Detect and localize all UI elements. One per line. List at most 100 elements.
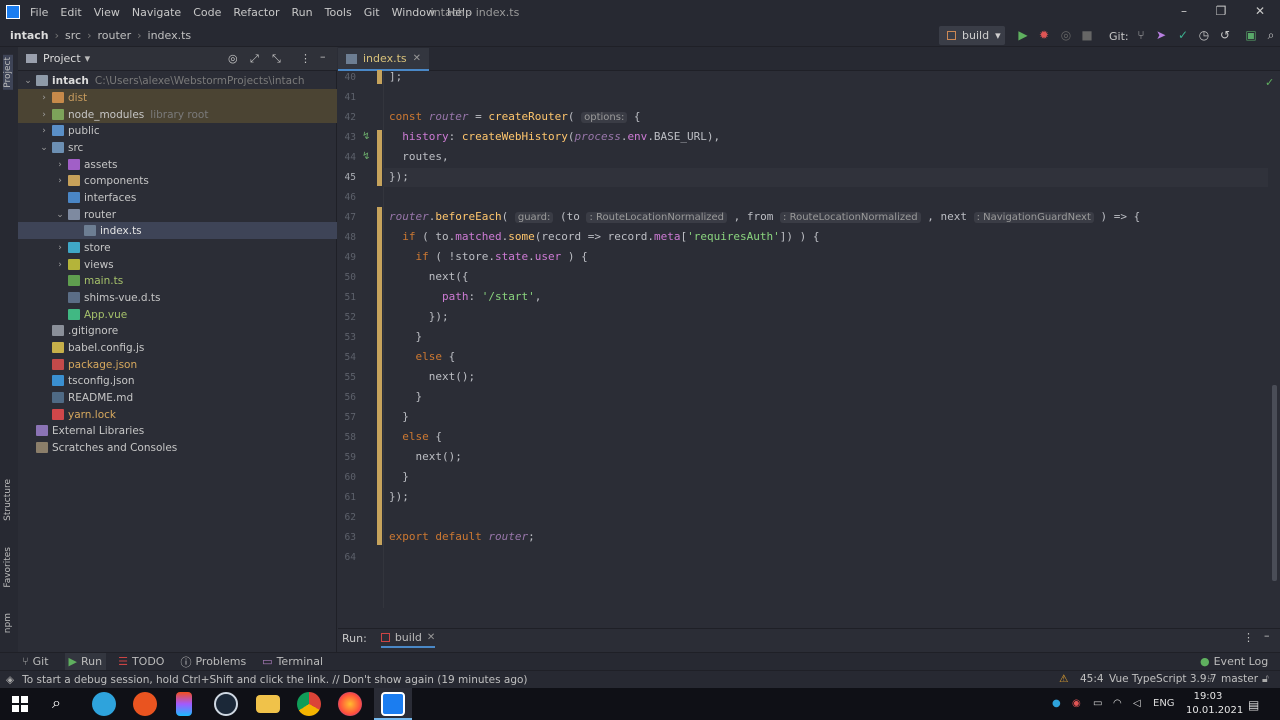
git-branch[interactable]: master: [1221, 673, 1258, 685]
editor-tab-index-ts[interactable]: index.ts ✕: [338, 48, 430, 71]
locate-icon[interactable]: ◎: [228, 52, 238, 65]
tree-item-views[interactable]: › views: [18, 256, 337, 273]
tree-item-store[interactable]: › store: [18, 239, 337, 256]
event-log-icon: ●: [1200, 655, 1210, 668]
close-tab-icon[interactable]: ✕: [413, 53, 421, 64]
code-editor[interactable]: [383, 71, 1280, 608]
tree-item-scratches[interactable]: Scratches and Consoles: [18, 439, 337, 456]
run-configuration-select[interactable]: build ▾: [939, 26, 1005, 45]
npm-tool-tab[interactable]: npm: [3, 613, 13, 633]
git-update-icon[interactable]: ⑂: [1134, 28, 1148, 42]
tree-item-components[interactable]: › components: [18, 172, 337, 189]
language-service[interactable]: Vue TypeScript 3.9.7: [1109, 673, 1217, 685]
implementation-gutter-icon[interactable]: ↯: [362, 131, 370, 142]
run-tool-tab[interactable]: ▶ Run: [64, 653, 107, 670]
tree-item-main-ts[interactable]: main.ts: [18, 272, 337, 289]
tree-item-shims[interactable]: shims-vue.d.ts: [18, 289, 337, 306]
tree-item-package-json[interactable]: package.json: [18, 356, 337, 373]
problems-tool-tab[interactable]: ⓘ Problems: [180, 654, 246, 670]
options-icon[interactable]: ⋮: [300, 52, 311, 65]
webstorm-app-icon[interactable]: [381, 692, 405, 716]
steam-app-icon[interactable]: [214, 692, 238, 716]
tree-item-src[interactable]: ⌄ src: [18, 139, 337, 156]
tree-item-assets[interactable]: › assets: [18, 156, 337, 173]
tree-item-tsconfig[interactable]: tsconfig.json: [18, 372, 337, 389]
notification-icon[interactable]: ⚠: [1059, 673, 1068, 685]
search-icon[interactable]: ⌕: [1264, 28, 1278, 42]
todo-tool-tab[interactable]: ☰ TODO: [118, 655, 164, 668]
breadcrumb-src[interactable]: src: [65, 29, 81, 42]
event-log-tab[interactable]: ● Event Log: [1200, 655, 1268, 668]
line-number: 62: [344, 512, 356, 523]
structure-tool-tab[interactable]: Structure: [3, 479, 13, 521]
lock-icon[interactable]: 🔓︎: [1262, 673, 1269, 686]
tree-item-index-ts[interactable]: index.ts: [18, 222, 337, 239]
ubuntu-app-icon[interactable]: [133, 692, 157, 716]
tree-item-external-libraries[interactable]: External Libraries: [18, 422, 337, 439]
git-commit-icon[interactable]: ✓: [1176, 28, 1190, 42]
search-icon[interactable]: ⌕: [52, 693, 61, 713]
close-icon[interactable]: ✕: [1252, 4, 1268, 20]
status-bar: ◈ To start a debug session, hold Ctrl+Sh…: [0, 670, 1280, 688]
tree-item-node-modules[interactable]: › node_modules library root: [18, 106, 337, 123]
restore-icon[interactable]: ❐: [1213, 4, 1229, 20]
inspection-ok-icon[interactable]: ✓: [1265, 76, 1274, 89]
collapse-all-icon[interactable]: ⤡: [272, 52, 281, 66]
run-tab-build[interactable]: build ✕: [380, 629, 436, 648]
status-message[interactable]: To start a debug session, hold Ctrl+Shif…: [22, 674, 527, 686]
expand-all-icon[interactable]: ⤢: [250, 52, 259, 66]
debug-icon[interactable]: ✹: [1037, 28, 1051, 42]
history-icon[interactable]: ◷: [1197, 28, 1211, 42]
tree-item-public[interactable]: › public: [18, 122, 337, 139]
favorites-tool-tab[interactable]: Favorites: [3, 547, 13, 588]
breadcrumb-file[interactable]: index.ts: [148, 29, 192, 42]
coverage-icon[interactable]: ◎: [1059, 28, 1073, 42]
editor-scrollbar[interactable]: [1272, 385, 1277, 581]
tray-icon[interactable]: ◉: [1072, 698, 1081, 709]
tree-item-readme[interactable]: README.md: [18, 389, 337, 406]
caret-position[interactable]: 45:4: [1080, 673, 1104, 685]
hide-panel-icon[interactable]: –: [320, 50, 326, 63]
telegram-tray-icon[interactable]: ●: [1052, 698, 1061, 709]
project-tool-tab[interactable]: Project: [3, 55, 13, 90]
input-language[interactable]: ENG: [1153, 698, 1175, 709]
git-tool-tab[interactable]: ⑂ Git: [22, 655, 49, 668]
breadcrumb-router[interactable]: router: [98, 29, 132, 42]
wifi-icon[interactable]: ◠: [1113, 698, 1122, 709]
clock[interactable]: 19:03 10.01.2021: [1186, 690, 1243, 718]
run-icon[interactable]: ▶: [1016, 28, 1030, 42]
tree-item-label: assets: [84, 158, 118, 171]
terminal-icon[interactable]: ▣: [1244, 28, 1258, 42]
tree-item-label: External Libraries: [52, 424, 145, 437]
tree-item-dist[interactable]: › dist: [18, 89, 337, 106]
tree-item-yarn-lock[interactable]: yarn.lock: [18, 406, 337, 423]
firefox-app-icon[interactable]: [338, 692, 362, 716]
project-panel-title[interactable]: Project: [43, 52, 81, 65]
figma-app-icon[interactable]: [176, 692, 192, 716]
implementation-gutter-icon[interactable]: ↯: [362, 151, 370, 162]
terminal-tool-tab[interactable]: ▭ Terminal: [262, 655, 323, 668]
chevron-down-icon[interactable]: ▾: [85, 52, 91, 65]
tree-item-app-vue[interactable]: App.vue: [18, 306, 337, 323]
tree-item-gitignore[interactable]: .gitignore: [18, 322, 337, 339]
breadcrumb-project[interactable]: intach: [10, 29, 49, 42]
volume-icon[interactable]: ◁: [1133, 698, 1141, 709]
tree-item-router[interactable]: ⌄ router: [18, 206, 337, 223]
tree-item-babel-config[interactable]: babel.config.js: [18, 339, 337, 356]
tree-item-root[interactable]: ⌄ intach C:\Users\alexe\WebstormProjects…: [18, 72, 337, 89]
notifications-icon[interactable]: ▤: [1248, 698, 1259, 712]
chrome-app-icon[interactable]: [297, 692, 321, 716]
battery-icon[interactable]: ▭: [1093, 698, 1102, 709]
minimize-icon[interactable]: –: [1176, 4, 1192, 20]
start-button[interactable]: [12, 696, 28, 712]
telegram-app-icon[interactable]: [92, 692, 116, 716]
options-icon[interactable]: ⋮: [1243, 631, 1254, 644]
tree-item-interfaces[interactable]: interfaces: [18, 189, 337, 206]
tree-item-label: views: [84, 258, 114, 271]
close-tab-icon[interactable]: ✕: [427, 632, 435, 643]
hide-panel-icon[interactable]: –: [1264, 629, 1270, 642]
file-explorer-app-icon[interactable]: [256, 695, 280, 713]
stop-icon[interactable]: ■: [1080, 28, 1094, 42]
git-push-icon[interactable]: ➤: [1154, 28, 1168, 42]
rollback-icon[interactable]: ↺: [1218, 28, 1232, 42]
